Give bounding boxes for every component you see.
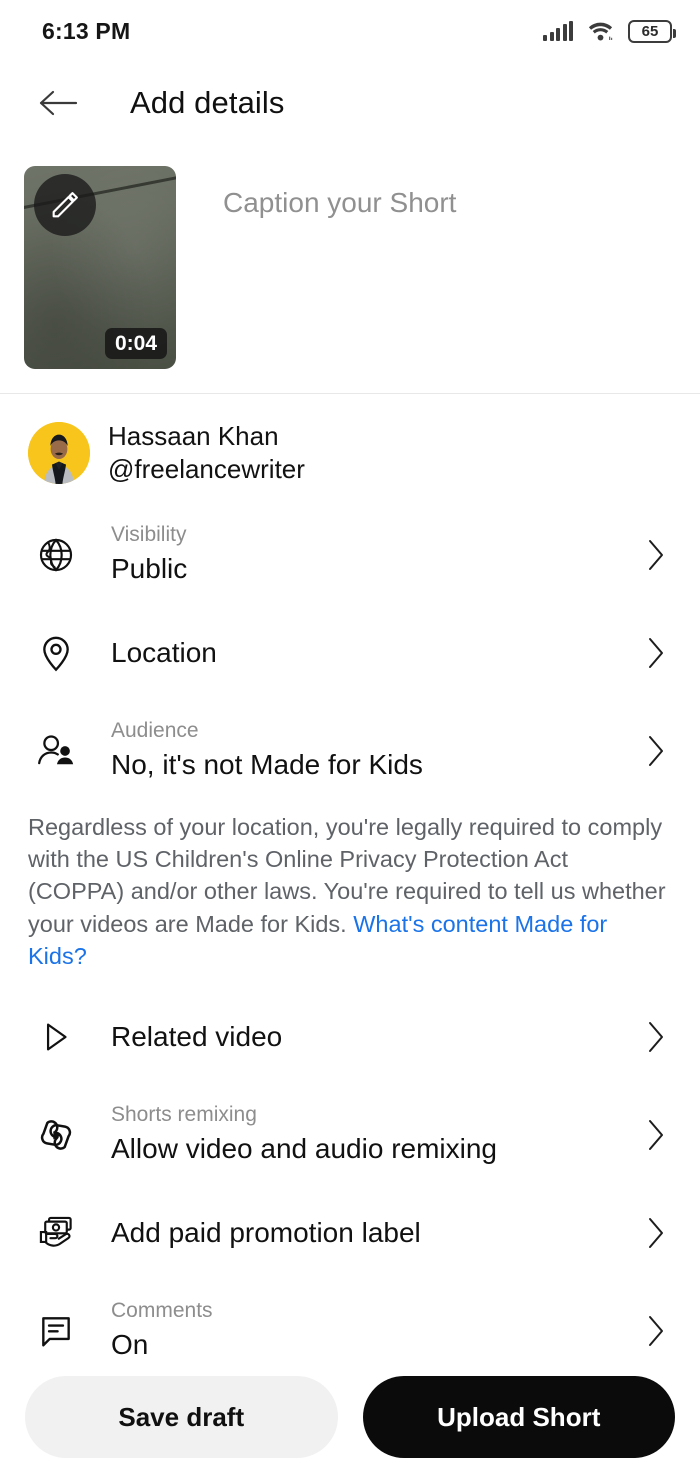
caption-input[interactable]: Caption your Short — [223, 187, 456, 219]
avatar — [28, 422, 90, 485]
row-body: Visibility Public — [111, 523, 636, 585]
status-time: 6:13 PM — [42, 17, 131, 44]
row-paid-promotion[interactable]: Add paid promotion label — [24, 1185, 676, 1281]
battery-level: 65 — [641, 22, 659, 40]
shorts-remix-icon — [28, 1115, 84, 1155]
row-audience[interactable]: Audience No, it's not Made for Kids — [24, 701, 676, 801]
row-value: No, it's not Made for Kids — [111, 749, 423, 781]
row-shorts-remixing[interactable]: Shorts remixing Allow video and audio re… — [24, 1085, 676, 1185]
status-bar: 6:13 PM 65 — [0, 0, 700, 62]
row-sublabel: Comments — [111, 1299, 213, 1323]
chevron-right-icon[interactable] — [636, 1216, 676, 1250]
chevron-right-icon[interactable] — [636, 1118, 676, 1152]
channel-handle: @freelancewriter — [108, 454, 305, 485]
chevron-right-icon[interactable] — [636, 1314, 676, 1348]
row-value: Add paid promotion label — [111, 1216, 421, 1248]
back-arrow-icon[interactable] — [30, 75, 86, 131]
row-body: Add paid promotion label — [111, 1216, 636, 1250]
row-visibility[interactable]: Visibility Public — [24, 505, 676, 605]
row-body: Related video — [111, 1020, 636, 1054]
chevron-right-icon[interactable] — [636, 636, 676, 670]
play-triangle-icon — [28, 1018, 84, 1056]
row-sublabel: Visibility — [111, 523, 187, 547]
wifi-icon — [588, 22, 613, 41]
channel-name: Hassaan Khan — [108, 421, 279, 451]
row-related-video[interactable]: Related video — [24, 989, 676, 1085]
channel-row[interactable]: Hassaan Khan @freelancewriter — [0, 394, 700, 505]
status-icons: 65 — [543, 19, 676, 43]
add-details-screen: 6:13 PM 65 Add details 0:04 Caption your… — [0, 0, 700, 1478]
row-body: Audience No, it's not Made for Kids — [111, 719, 636, 781]
row-body: Shorts remixing Allow video and audio re… — [111, 1103, 636, 1165]
signal-bars-icon — [543, 21, 573, 41]
row-value: Location — [111, 636, 217, 668]
page-title: Add details — [130, 85, 285, 120]
upload-short-button[interactable]: Upload Short — [362, 1376, 675, 1458]
chevron-right-icon[interactable] — [636, 538, 676, 572]
comment-bubble-icon — [28, 1312, 84, 1350]
footer-actions: Save draft Upload Short — [0, 1356, 700, 1478]
row-sublabel: Shorts remixing — [111, 1103, 257, 1127]
row-location[interactable]: Location — [24, 605, 676, 701]
settings-rows-top: Visibility Public Location Audience No, … — [0, 505, 700, 801]
globe-icon — [28, 535, 84, 575]
audience-people-icon — [28, 730, 84, 772]
video-thumbnail[interactable]: 0:04 — [24, 166, 176, 369]
row-sublabel: Audience — [111, 719, 199, 743]
row-value: Related video — [111, 1020, 283, 1052]
battery-icon: 65 — [628, 19, 676, 43]
app-header: Add details — [0, 62, 700, 144]
row-value: Public — [111, 553, 188, 585]
caption-block: 0:04 Caption your Short — [0, 144, 700, 394]
channel-text: Hassaan Khan @freelancewriter — [108, 420, 305, 487]
save-draft-button[interactable]: Save draft — [25, 1376, 338, 1458]
row-body: Comments On — [111, 1299, 636, 1361]
paid-promotion-icon — [28, 1213, 84, 1253]
row-body: Location — [111, 636, 636, 670]
location-pin-icon — [28, 633, 84, 673]
row-value: Allow video and audio remixing — [111, 1133, 497, 1165]
settings-rows-bottom: Related video Shorts remixing Allow vide… — [0, 989, 700, 1381]
video-duration-badge: 0:04 — [104, 328, 167, 359]
chevron-right-icon[interactable] — [636, 734, 676, 768]
chevron-right-icon[interactable] — [636, 1020, 676, 1054]
pencil-edit-icon[interactable] — [34, 174, 96, 236]
coppa-disclaimer: Regardless of your location, you're lega… — [0, 801, 700, 989]
